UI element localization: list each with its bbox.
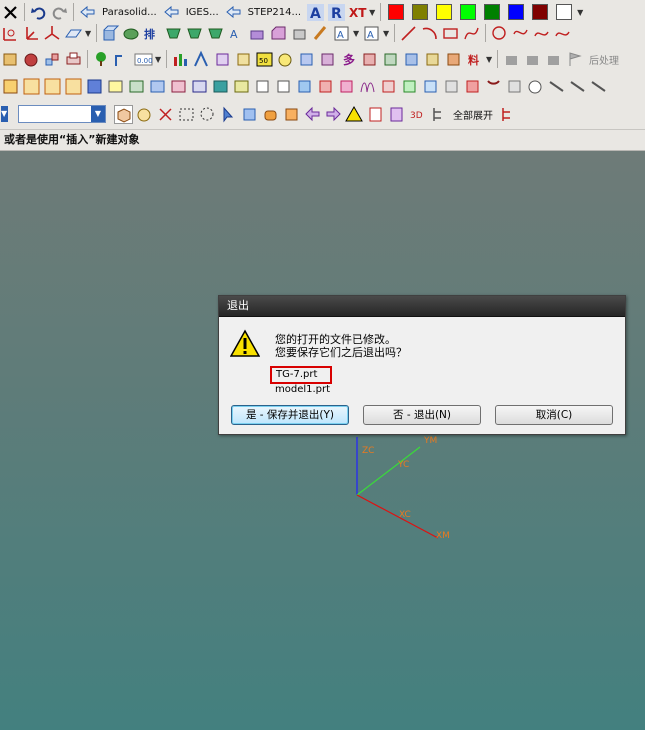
xm-label: XM — [436, 531, 450, 541]
zc-label: ZC — [362, 446, 375, 456]
cancel-button[interactable]: 取消(C) — [495, 405, 613, 425]
exit-dialog: 退出 您的打开的文件已修改。 您要保存它们之后退出吗？ TG-7.prt mod… — [218, 295, 626, 435]
ym-label: YM — [424, 436, 438, 446]
save-and-exit-button[interactable]: 是 - 保存并退出(Y) — [231, 405, 349, 425]
modified-file-item: model1.prt — [275, 384, 331, 395]
warning-icon — [229, 329, 261, 359]
modified-file-item: TG-7.prt — [270, 366, 332, 384]
exit-without-save-button[interactable]: 否 - 退出(N) — [363, 405, 481, 425]
dialog-message-line2: 您要保存它们之后退出吗？ — [275, 346, 407, 359]
x-axis-line — [356, 494, 439, 539]
dialog-title: 退出 — [219, 296, 625, 317]
xc-label: XC — [399, 510, 411, 520]
yc-label: YC — [398, 460, 410, 470]
